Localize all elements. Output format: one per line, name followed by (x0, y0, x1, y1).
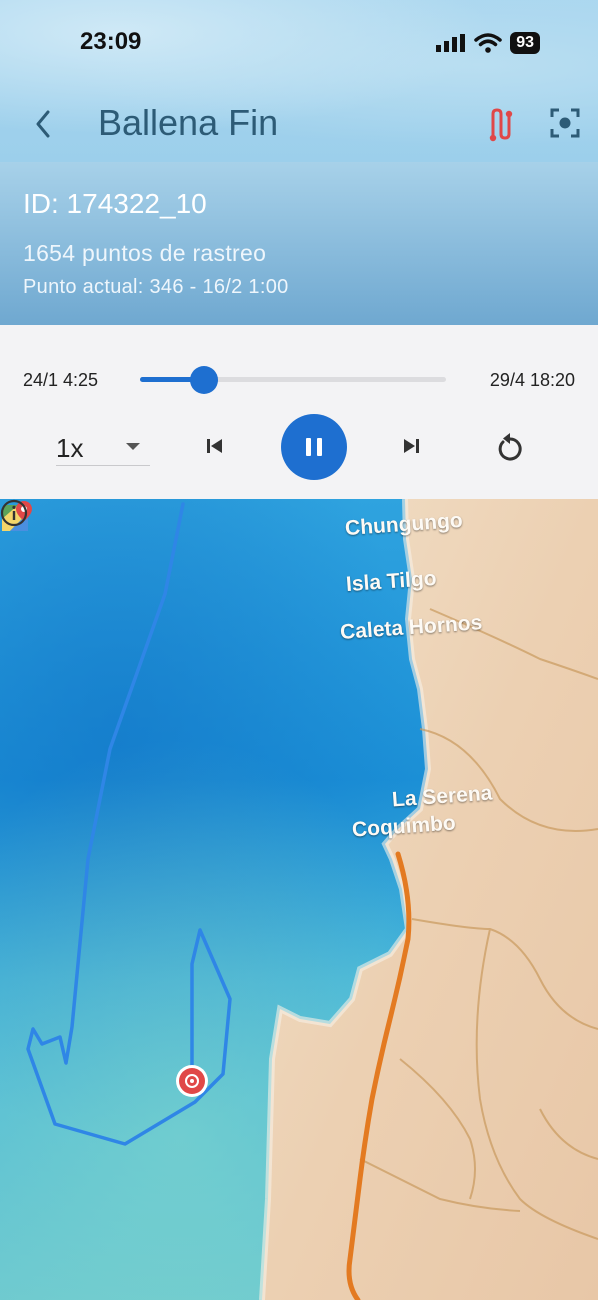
skip-next-icon[interactable] (396, 431, 426, 461)
battery-indicator: 93 (510, 32, 540, 54)
animal-id: ID: 174322_10 (23, 188, 207, 219)
current-point: Punto actual: 346 - 16/2 1:00 (23, 276, 289, 298)
cellular-signal-icon (436, 34, 466, 52)
speed-select[interactable]: 1x (56, 429, 150, 466)
timeline-slider[interactable] (140, 377, 446, 382)
route-icon[interactable] (484, 106, 520, 142)
status-icons: 93 (436, 32, 540, 54)
map-canvas (0, 499, 598, 1300)
pause-button[interactable] (281, 414, 347, 480)
speed-value: 1x (56, 433, 84, 463)
focus-icon[interactable] (546, 104, 584, 142)
timeline-thumb[interactable] (190, 366, 219, 394)
info-panel: ID: 174322_10 1654 puntos de rastreo Pun… (0, 162, 598, 325)
status-time: 23:09 (80, 28, 142, 55)
restart-icon[interactable] (494, 429, 526, 463)
wifi-icon (474, 33, 502, 53)
info-icon[interactable] (0, 499, 28, 527)
start-date: 24/1 4:25 (23, 370, 99, 390)
dropdown-caret-icon (126, 443, 140, 450)
playback-controls: 24/1 4:25 29/4 18:20 1x (0, 325, 598, 499)
end-date: 29/4 18:20 (489, 370, 575, 390)
header: 23:09 93 Ballena Fin (0, 0, 598, 162)
current-position-marker[interactable] (176, 1065, 208, 1097)
chevron-left-icon[interactable] (26, 104, 66, 144)
skip-previous-icon[interactable] (200, 431, 230, 461)
page-title: Ballena Fin (98, 102, 279, 143)
tracking-points-count: 1654 puntos de rastreo (23, 240, 267, 266)
map-view[interactable]: Chungungo Isla Tilgo Caleta Hornos La Se… (0, 499, 598, 1300)
pause-icon (306, 438, 322, 456)
